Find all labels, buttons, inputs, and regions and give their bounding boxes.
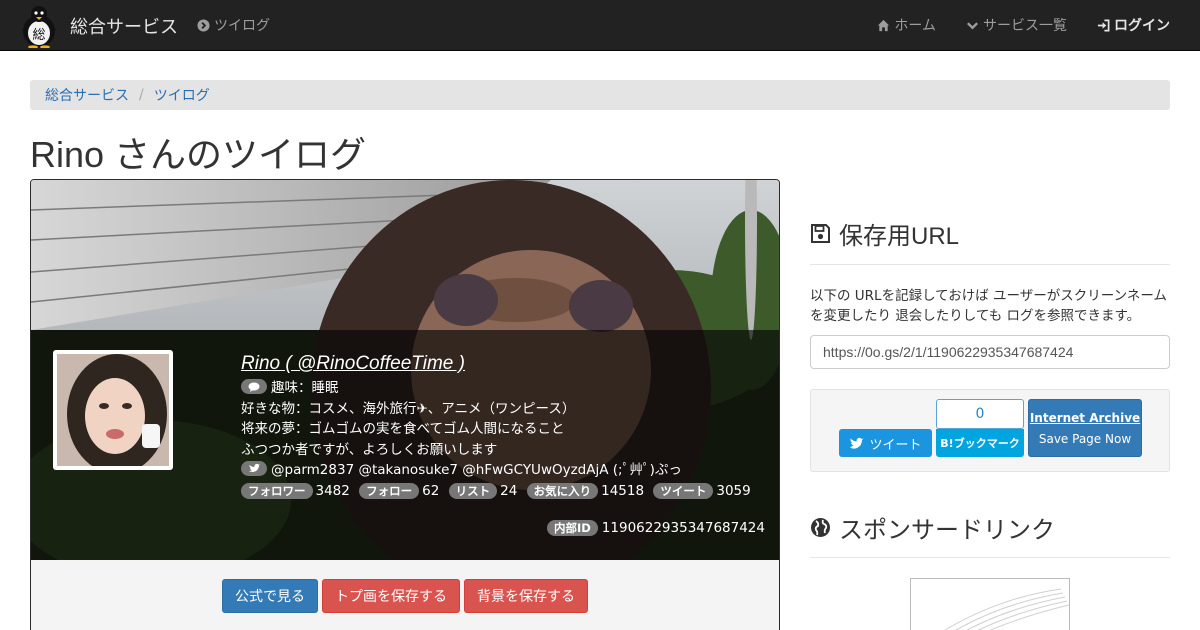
breadcrumb-separator: / — [139, 87, 144, 103]
bio-line: 趣味：睡眠 — [241, 378, 771, 399]
internal-id: 内部ID 1190622935347687424 — [546, 520, 765, 536]
navbar: 総 総合サービス ツイログ ホーム サービス一覧 ログイン — [0, 0, 1200, 51]
brand-text: 総合サービス — [70, 16, 178, 38]
internet-archive-title: Internet Archive — [1029, 411, 1141, 425]
chevron-down-icon — [967, 21, 978, 30]
nav-item-label: サービス一覧 — [983, 18, 1067, 34]
stat-value-lists: 24 — [500, 482, 518, 499]
nav-item-services[interactable]: サービス一覧 — [966, 15, 1067, 35]
page-title: Rino さんのツイログ — [30, 134, 367, 175]
profile-info: Rino ( @RinoCoffeeTime ) 趣味：睡眠 好きな物：コスメ、… — [241, 350, 771, 501]
twitter-bird-icon — [850, 437, 864, 449]
stat-label-favorites: お気に入り — [526, 482, 599, 499]
internet-archive-subtitle: Save Page Now — [1038, 432, 1132, 446]
breadcrumb: 総合サービス / ツイログ — [30, 80, 1170, 110]
stat-value-favorites: 14518 — [601, 482, 645, 499]
share-box: ツイート 0 B!ブックマーク Internet Archive Save Pa… — [810, 389, 1170, 472]
breadcrumb-item-twilog[interactable]: ツイログ — [154, 85, 210, 105]
sponsored-ad[interactable] — [910, 578, 1070, 630]
bio-line-text: 趣味：睡眠 — [271, 380, 339, 396]
stat-label-tweets: ツイート — [653, 482, 714, 499]
floppy-disk-icon — [811, 224, 830, 243]
avatar[interactable] — [53, 350, 173, 470]
save-url-description: 以下の URLを記録しておけば ユーザーがスクリーンネームを変更したり 退会した… — [810, 288, 1167, 324]
internet-archive-button[interactable]: Internet Archive Save Page Now — [1028, 399, 1142, 457]
nav-item-home[interactable]: ホーム — [877, 15, 936, 35]
profile-actions: 公式で見る トプ画を保存する 背景を保存する — [31, 579, 779, 613]
sponsored-heading: スポンサードリンク — [810, 510, 1055, 545]
tweet-button[interactable]: ツイート — [839, 429, 932, 457]
bio-line: ふつつか者ですが、よろしくお願いします — [241, 441, 498, 458]
view-official-button[interactable]: 公式で見る — [222, 579, 318, 613]
breadcrumb-item-home[interactable]: 総合サービス — [45, 85, 129, 105]
mentions-text: @parm2837 @takanosuke7 @hFwGCYUwOyzdAjA … — [271, 462, 682, 478]
hatena-bookmark-count: 0 — [936, 399, 1024, 429]
nav-item-login[interactable]: ログイン — [1097, 15, 1170, 35]
bio-line: 将来の夢：ゴムゴムの実を食べてゴム人間になること — [241, 421, 565, 437]
avatar-image — [57, 354, 169, 466]
penguin-logo-icon: 総 — [22, 5, 56, 48]
twitter-bird-icon — [241, 461, 267, 476]
stat-value-followers: 3482 — [315, 482, 350, 499]
sponsored-heading-text: スポンサードリンク — [839, 517, 1055, 544]
save-url-heading-text: 保存用URL — [839, 223, 960, 250]
brand-link[interactable]: 総 総合サービス — [18, 2, 178, 49]
internal-id-value: 1190622935347687424 — [601, 520, 765, 536]
hatena-bookmark-button[interactable]: B!ブックマーク — [936, 429, 1024, 457]
stats-line: フォロワー 3482 フォロー 62 リスト 24 お気に入り 14518 ツイート 30… — [241, 481, 771, 502]
stat-label-following: フォロー — [359, 482, 420, 499]
globe-icon — [811, 518, 830, 537]
stat-label-lists: リスト — [448, 482, 498, 499]
nav-item-label: ツイログ — [214, 18, 270, 34]
internal-id-label: 内部ID — [546, 520, 598, 536]
comment-icon — [241, 379, 267, 394]
home-icon — [878, 19, 890, 31]
sign-in-icon — [1097, 19, 1110, 31]
divider — [810, 557, 1170, 558]
profile-panel: Rino ( @RinoCoffeeTime ) 趣味：睡眠 好きな物：コスメ、… — [30, 179, 780, 630]
stat-value-tweets: 3059 — [716, 482, 751, 499]
svg-text:総: 総 — [32, 28, 45, 43]
mentions-line: @parm2837 @takanosuke7 @hFwGCYUwOyzdAjA … — [241, 460, 771, 481]
profile-name-link[interactable]: Rino ( @RinoCoffeeTime ) — [241, 350, 771, 378]
stat-label-followers: フォロワー — [241, 482, 313, 499]
save-url-heading: 保存用URL — [810, 216, 959, 251]
ad-image — [944, 588, 1069, 630]
tweet-button-label: ツイート — [869, 437, 922, 453]
save-url-input[interactable] — [810, 335, 1170, 369]
bio-line: 好きな物：コスメ、海外旅行✈、アニメ（ワンピース） — [241, 400, 576, 417]
nav-item-label: ログイン — [1114, 18, 1170, 34]
save-avatar-button[interactable]: トプ画を保存する — [322, 579, 460, 613]
divider — [810, 264, 1170, 265]
save-background-button[interactable]: 背景を保存する — [464, 579, 588, 613]
chevron-circle-right-icon — [197, 18, 210, 32]
nav-item-label: ホーム — [894, 18, 936, 34]
nav-item-twilog[interactable]: ツイログ — [197, 15, 270, 35]
nav-right: ホーム サービス一覧 ログイン — [877, 15, 1170, 35]
stat-value-following: 62 — [422, 482, 440, 499]
